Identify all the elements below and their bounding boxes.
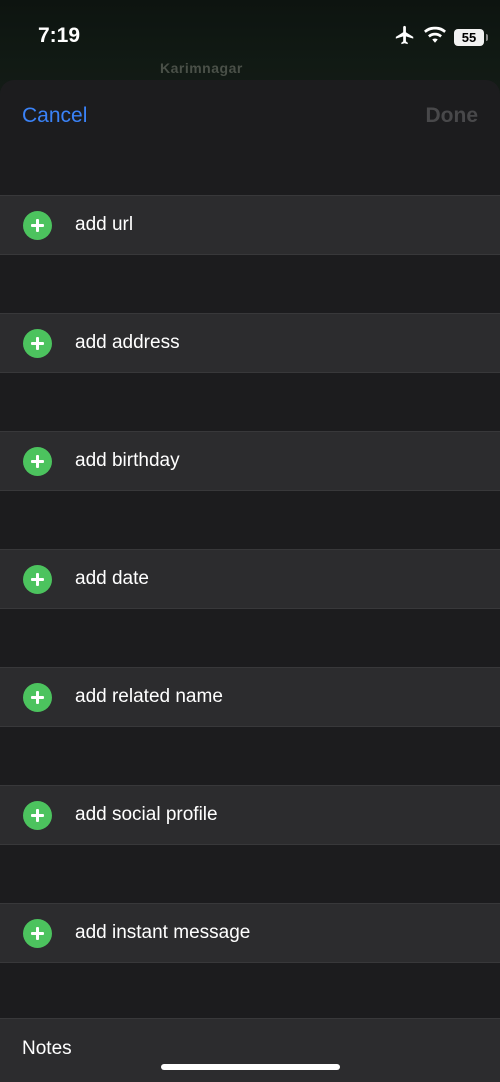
cancel-button[interactable]: Cancel [22, 104, 87, 128]
plus-circle-icon[interactable] [23, 682, 52, 712]
add-url-row[interactable]: add url [0, 195, 500, 255]
done-button[interactable]: Done [426, 104, 479, 128]
row-label: add date [75, 568, 149, 589]
row-label: add related name [75, 686, 223, 707]
add-social-profile-row[interactable]: add social profile [0, 785, 500, 845]
status-icons: 55 [394, 24, 488, 51]
row-label: add social profile [75, 804, 218, 825]
add-field-sheet: Cancel Done add url add address add birt… [0, 80, 500, 1082]
row-label: add address [75, 332, 180, 353]
home-indicator[interactable] [161, 1064, 340, 1070]
row-label: add instant message [75, 922, 251, 943]
battery-icon: 55 [454, 28, 488, 46]
plus-circle-icon[interactable] [23, 210, 52, 240]
notes-label: Notes [22, 1038, 72, 1059]
plus-circle-icon[interactable] [23, 800, 52, 830]
row-label: add birthday [75, 450, 180, 471]
sheet-nav-bar: Cancel Done [0, 80, 500, 156]
add-instant-message-row[interactable]: add instant message [0, 903, 500, 963]
status-bar: 7:19 55 [0, 0, 500, 72]
add-related-name-row[interactable]: add related name [0, 667, 500, 727]
add-birthday-row[interactable]: add birthday [0, 431, 500, 491]
wifi-icon [424, 26, 446, 49]
plus-circle-icon[interactable] [23, 328, 52, 358]
plus-circle-icon[interactable] [23, 446, 52, 476]
add-address-row[interactable]: add address [0, 313, 500, 373]
battery-level: 55 [461, 29, 477, 45]
plus-circle-icon[interactable] [23, 564, 52, 594]
status-time: 7:19 [38, 24, 81, 47]
notes-field[interactable]: Notes [0, 1018, 500, 1082]
row-label: add url [75, 214, 134, 235]
add-date-row[interactable]: add date [0, 549, 500, 609]
plus-circle-icon[interactable] [23, 918, 52, 948]
airplane-icon [394, 24, 416, 51]
